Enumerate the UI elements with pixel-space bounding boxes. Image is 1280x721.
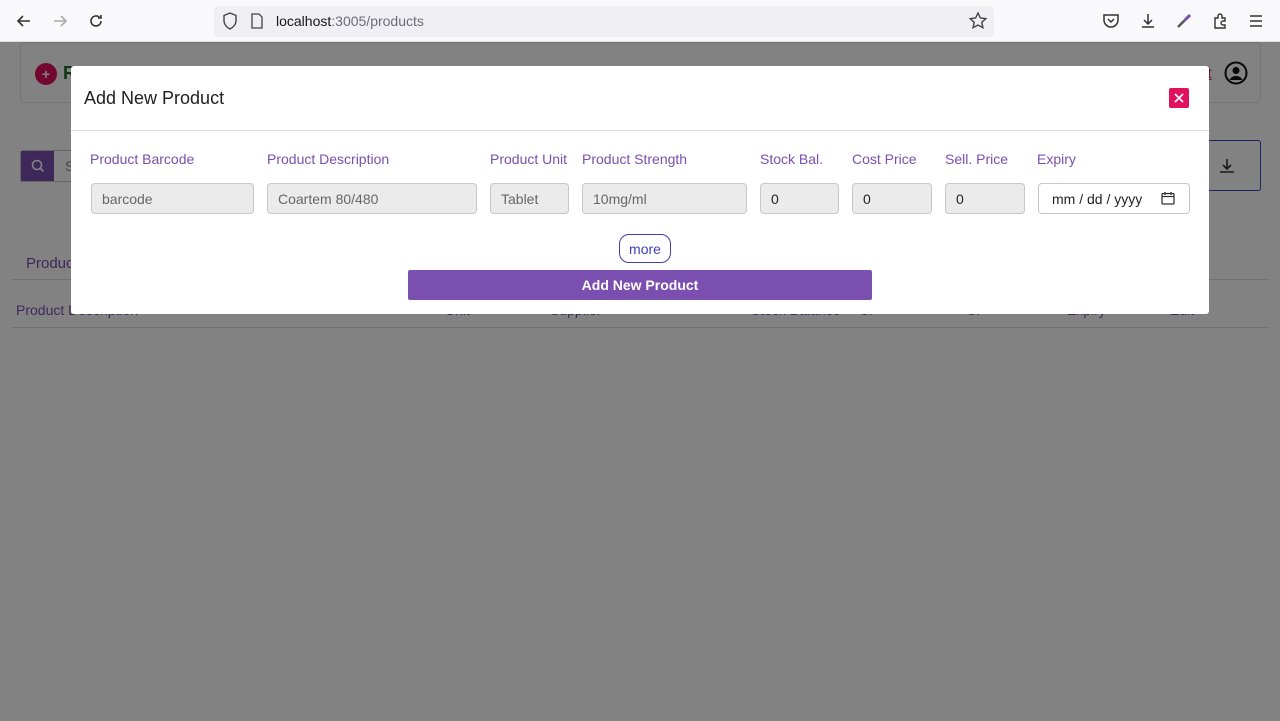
reload-icon[interactable]	[84, 9, 108, 33]
modal-title: Add New Product	[84, 88, 225, 108]
barcode-input[interactable]	[91, 183, 254, 214]
unit-input[interactable]	[490, 183, 569, 214]
menu-icon[interactable]	[1245, 10, 1267, 32]
shield-icon[interactable]	[222, 12, 238, 35]
url-host: localhost	[276, 13, 332, 29]
add-product-modal: Add New Product Product Barcode Product …	[71, 66, 1209, 314]
calendar-icon[interactable]	[1161, 191, 1175, 210]
forward-icon[interactable]	[48, 9, 72, 33]
description-input[interactable]	[267, 183, 477, 214]
barcode-label: Product Barcode	[90, 151, 195, 167]
page-icon	[250, 13, 264, 34]
cost-price-input[interactable]	[852, 183, 932, 214]
add-new-product-button[interactable]: Add New Product	[408, 270, 872, 300]
close-icon	[1174, 93, 1184, 103]
pocket-icon[interactable]	[1100, 10, 1122, 32]
expiry-date-text: mm / dd / yyyy	[1052, 191, 1143, 207]
eyedropper-icon[interactable]	[1173, 10, 1195, 32]
more-button[interactable]: more	[619, 234, 671, 263]
description-label: Product Description	[267, 151, 390, 167]
strength-input[interactable]	[582, 183, 747, 214]
stock-input[interactable]	[760, 183, 839, 214]
sell-price-input[interactable]	[945, 183, 1025, 214]
modal-divider	[71, 130, 1209, 131]
expiry-label: Expiry	[1037, 151, 1076, 167]
stock-label: Stock Bal.	[760, 151, 824, 167]
cost-price-label: Cost Price	[852, 151, 917, 167]
unit-label: Product Unit	[490, 151, 568, 167]
back-icon[interactable]	[12, 9, 36, 33]
expiry-date-input[interactable]: mm / dd / yyyy	[1038, 183, 1190, 214]
sell-price-label: Sell. Price	[945, 151, 1009, 167]
close-button[interactable]	[1169, 88, 1189, 108]
url-path: :3005/products	[331, 13, 424, 29]
address-bar[interactable]: localhost:3005/products	[214, 6, 994, 37]
extensions-icon[interactable]	[1209, 10, 1231, 32]
browser-toolbar: localhost:3005/products	[0, 0, 1280, 42]
download-icon[interactable]	[1137, 10, 1159, 32]
url-text[interactable]: localhost:3005/products	[276, 13, 424, 29]
strength-label: Product Strength	[582, 151, 688, 167]
bookmark-star-icon[interactable]	[968, 11, 988, 36]
